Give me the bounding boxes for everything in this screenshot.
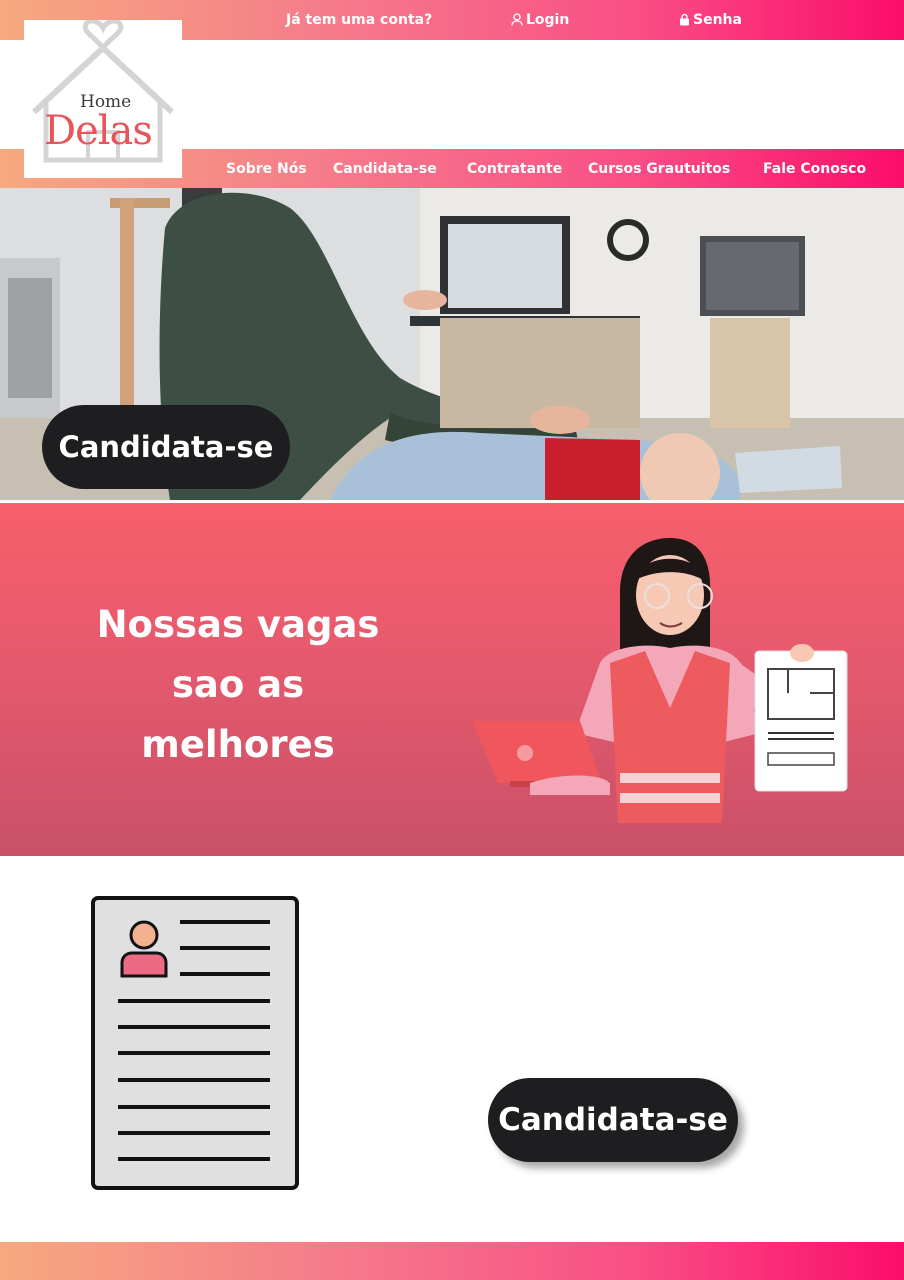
footer-bar	[0, 1242, 904, 1280]
nav-fale-conosco[interactable]: Fale Conosco	[763, 159, 866, 179]
lock-icon	[680, 13, 689, 26]
user-icon	[511, 13, 523, 26]
hero-candidata-se-button[interactable]: Candidata-se	[42, 405, 290, 489]
resume-document-icon	[91, 896, 299, 1190]
nav-candidata-se[interactable]: Candidata-se	[333, 159, 437, 179]
hero-banner: Candidata-se	[0, 188, 904, 500]
login-link[interactable]: Login	[511, 10, 569, 30]
nav-cursos-gratuitos[interactable]: Cursos Grautuitos	[588, 159, 730, 179]
logo-delas-text: Delas	[44, 108, 153, 154]
nav-contratante[interactable]: Contratante	[467, 159, 562, 179]
jobs-highlight-banner: Nossas vagas sao as melhores	[0, 503, 904, 856]
nav-sobre-nos[interactable]: Sobre Nós	[226, 159, 307, 179]
woman-with-laptop-illustration	[472, 538, 848, 823]
jobs-headline: Nossas vagas sao as melhores	[96, 603, 380, 766]
account-prompt-link[interactable]: Já tem uma conta?	[286, 10, 432, 30]
bottom-candidata-se-button[interactable]: Candidata-se	[488, 1078, 738, 1162]
home-delas-logo[interactable]: Home Delas	[24, 20, 182, 178]
login-label: Login	[526, 12, 570, 28]
password-label: Senha	[693, 12, 742, 28]
password-link[interactable]: Senha	[679, 10, 742, 30]
